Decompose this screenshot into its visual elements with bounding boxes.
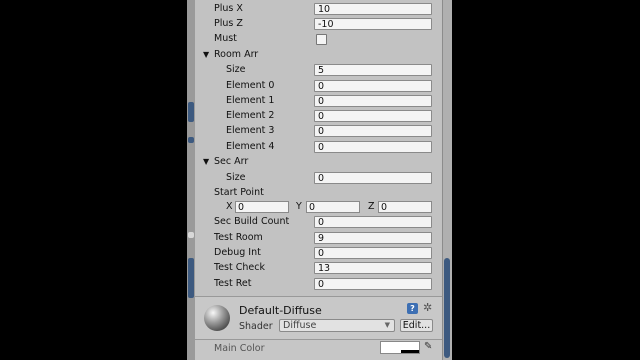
- edit-shader-button[interactable]: Edit...: [400, 319, 433, 332]
- field-row-must: Must: [195, 32, 442, 47]
- plus-x-input[interactable]: 10: [314, 3, 432, 15]
- debug-int-input[interactable]: 0: [314, 247, 432, 259]
- sec-arr-foldout[interactable]: ▼ Sec Arr: [195, 155, 442, 170]
- field-label: Element 3: [226, 125, 275, 136]
- help-icon[interactable]: ?: [407, 303, 418, 314]
- field-label: Test Room: [214, 232, 263, 243]
- field-label: Element 2: [226, 110, 275, 121]
- field-label: Element 4: [226, 141, 275, 152]
- start-point-x-input[interactable]: 0: [235, 201, 289, 213]
- left-panel-tab[interactable]: [188, 258, 194, 298]
- y-label: Y: [296, 201, 302, 212]
- room-arr-size-input[interactable]: 5: [314, 64, 432, 76]
- field-row-element: Element 4 0: [195, 140, 442, 155]
- field-row-test-check: Test Check 13: [195, 261, 442, 276]
- start-point-z-input[interactable]: 0: [378, 201, 432, 213]
- field-row-element: Element 0 0: [195, 79, 442, 94]
- dropdown-arrow-icon: ▼: [384, 321, 390, 329]
- field-label: Size: [226, 64, 246, 75]
- inspector-scrollbar[interactable]: [442, 0, 452, 360]
- must-checkbox[interactable]: [316, 34, 327, 45]
- sec-build-count-input[interactable]: 0: [314, 216, 432, 228]
- field-row-sec-arr-size: Size 0: [195, 171, 442, 186]
- main-color-label: Main Color: [214, 343, 265, 354]
- element-input[interactable]: 0: [314, 80, 432, 92]
- field-label: Sec Build Count: [214, 216, 290, 227]
- main-color-row: Main Color ✎: [195, 340, 442, 360]
- gear-icon[interactable]: ✲: [423, 301, 432, 314]
- inspector-panel: Plus X 10 Plus Z -10 Must ▼ Room Arr Siz…: [195, 0, 442, 360]
- main-color-swatch[interactable]: [380, 341, 420, 354]
- field-label: Test Check: [214, 262, 265, 273]
- field-row-test-room: Test Room 9: [195, 231, 442, 246]
- left-panel-edge: [187, 0, 195, 360]
- shader-value: Diffuse: [283, 320, 317, 331]
- scrollbar-thumb[interactable]: [444, 258, 450, 358]
- field-row-plus-z: Plus Z -10: [195, 17, 442, 32]
- field-row-start-point: Start Point: [195, 186, 442, 201]
- field-label: Start Point: [214, 187, 264, 198]
- foldout-arrow-icon[interactable]: ▼: [203, 50, 209, 59]
- field-label: Size: [226, 172, 246, 183]
- foldout-label: Room Arr: [214, 49, 259, 60]
- field-label: Element 0: [226, 80, 275, 91]
- test-ret-input[interactable]: 0: [314, 278, 432, 290]
- field-row-test-ret: Test Ret 0: [195, 277, 442, 292]
- shader-dropdown[interactable]: Diffuse ▼: [279, 319, 395, 332]
- field-row-plus-x: Plus X 10: [195, 2, 442, 17]
- field-label: Plus X: [214, 3, 243, 14]
- test-check-input[interactable]: 13: [314, 262, 432, 274]
- material-preview-sphere: [204, 305, 230, 331]
- field-row-element: Element 2 0: [195, 109, 442, 124]
- element-input[interactable]: 0: [314, 125, 432, 137]
- field-label: Element 1: [226, 95, 275, 106]
- field-row-sec-build-count: Sec Build Count 0: [195, 215, 442, 230]
- foldout-arrow-icon[interactable]: ▼: [203, 157, 209, 166]
- element-input[interactable]: 0: [314, 141, 432, 153]
- start-point-y-input[interactable]: 0: [306, 201, 360, 213]
- sec-arr-size-input[interactable]: 0: [314, 172, 432, 184]
- plus-z-input[interactable]: -10: [314, 18, 432, 30]
- left-panel-tab[interactable]: [188, 232, 194, 238]
- field-label: Must: [214, 33, 237, 44]
- foldout-label: Sec Arr: [214, 156, 249, 167]
- room-arr-foldout[interactable]: ▼ Room Arr: [195, 48, 442, 63]
- field-row-room-arr-size: Size 5: [195, 63, 442, 78]
- element-input[interactable]: 0: [314, 95, 432, 107]
- field-label: Plus Z: [214, 18, 243, 29]
- element-input[interactable]: 0: [314, 110, 432, 122]
- left-panel-tab[interactable]: [188, 137, 194, 143]
- left-panel-tab[interactable]: [188, 102, 194, 122]
- shader-label: Shader: [239, 321, 273, 332]
- x-label: X: [226, 201, 233, 212]
- material-name: Default-Diffuse: [239, 304, 322, 317]
- eyedropper-icon[interactable]: ✎: [424, 341, 432, 352]
- field-label: Test Ret: [214, 278, 252, 289]
- field-label: Debug Int: [214, 247, 261, 258]
- start-point-vector: X 0 Y 0 Z 0: [195, 200, 442, 215]
- material-header: Default-Diffuse ? ✲ Shader Diffuse ▼ Edi…: [195, 297, 442, 339]
- field-row-element: Element 1 0: [195, 94, 442, 109]
- field-row-element: Element 3 0: [195, 124, 442, 139]
- z-label: Z: [368, 201, 375, 212]
- test-room-input[interactable]: 9: [314, 232, 432, 244]
- field-row-debug-int: Debug Int 0: [195, 246, 442, 261]
